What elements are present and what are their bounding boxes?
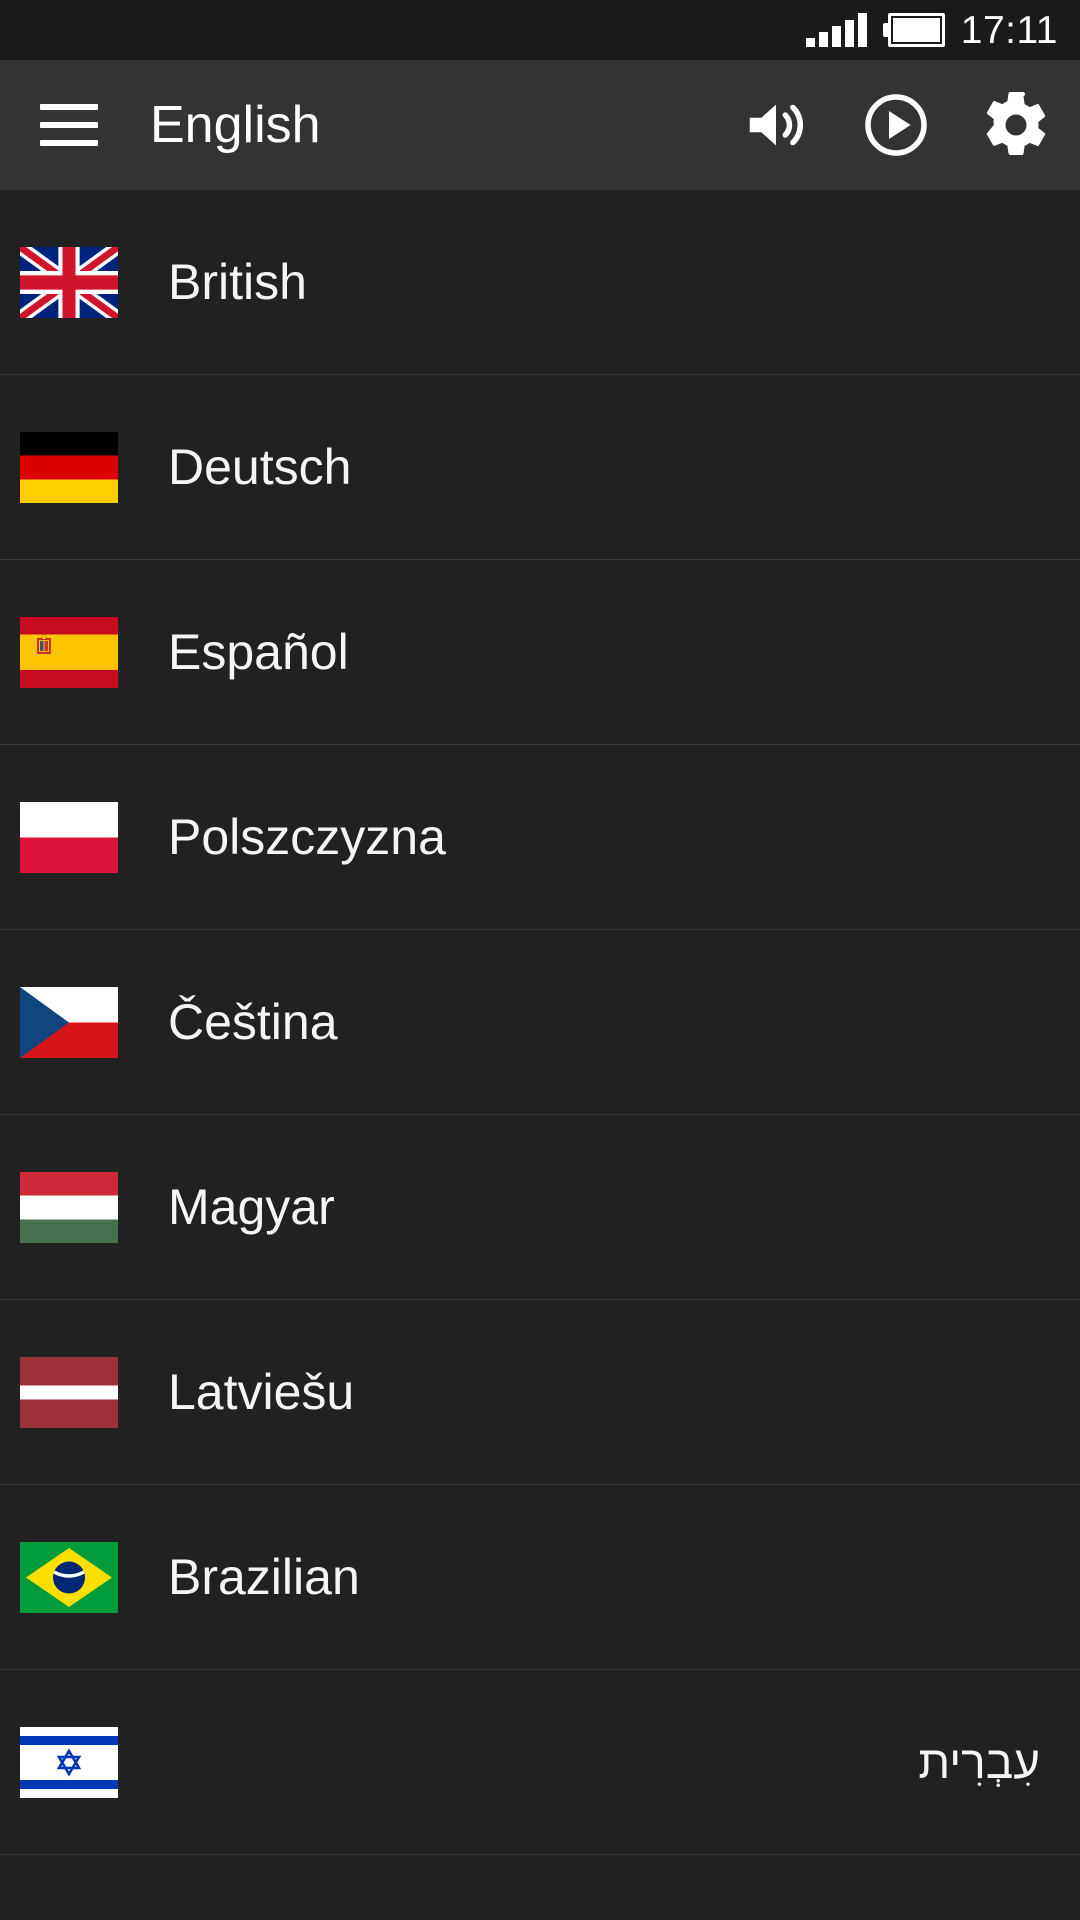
signal-bars-icon [805, 13, 867, 47]
list-item[interactable]: Latviešu [0, 1300, 1080, 1485]
page-title: English [150, 96, 321, 154]
language-list: British Deutsch Español Polszczyzna Češt… [0, 190, 1080, 1855]
list-item[interactable]: עִבְרִית [0, 1670, 1080, 1855]
battery-full-icon [882, 13, 945, 47]
list-item[interactable]: British [0, 190, 1080, 375]
app-toolbar: English [0, 60, 1080, 190]
germany-flag-icon [20, 431, 118, 503]
hamburger-menu-icon[interactable] [40, 104, 98, 146]
spain-flag-icon [20, 616, 118, 688]
volume-icon[interactable] [738, 87, 814, 163]
czech-flag-icon [20, 986, 118, 1058]
latvia-flag-icon [20, 1356, 118, 1428]
list-item-label: British [168, 254, 307, 310]
status-bar: 17:11 [0, 0, 1080, 60]
list-item[interactable]: Brazilian [0, 1485, 1080, 1670]
poland-flag-icon [20, 801, 118, 873]
list-item-label: Brazilian [168, 1549, 360, 1605]
toolbar-actions [738, 87, 1054, 163]
list-item-label: Latviešu [168, 1364, 355, 1420]
list-item-label: Magyar [168, 1179, 335, 1235]
uk-flag-icon [20, 246, 118, 318]
list-item[interactable]: Magyar [0, 1115, 1080, 1300]
list-item-label: Español [168, 624, 349, 680]
list-item-label: Polszczyzna [168, 809, 446, 865]
brazil-flag-icon [20, 1541, 118, 1613]
play-icon[interactable] [858, 87, 934, 163]
list-item[interactable]: Deutsch [0, 375, 1080, 560]
list-item[interactable]: Español [0, 560, 1080, 745]
list-item[interactable]: Čeština [0, 930, 1080, 1115]
list-item-label: Čeština [168, 994, 338, 1050]
status-bar-clock: 17:11 [960, 8, 1058, 52]
israel-flag-icon [20, 1726, 118, 1798]
settings-gear-icon[interactable] [978, 87, 1054, 163]
list-item-label: Deutsch [168, 439, 352, 495]
hungary-flag-icon [20, 1171, 118, 1243]
list-item-label: עִבְרִית [918, 1736, 1040, 1788]
list-item[interactable]: Polszczyzna [0, 745, 1080, 930]
